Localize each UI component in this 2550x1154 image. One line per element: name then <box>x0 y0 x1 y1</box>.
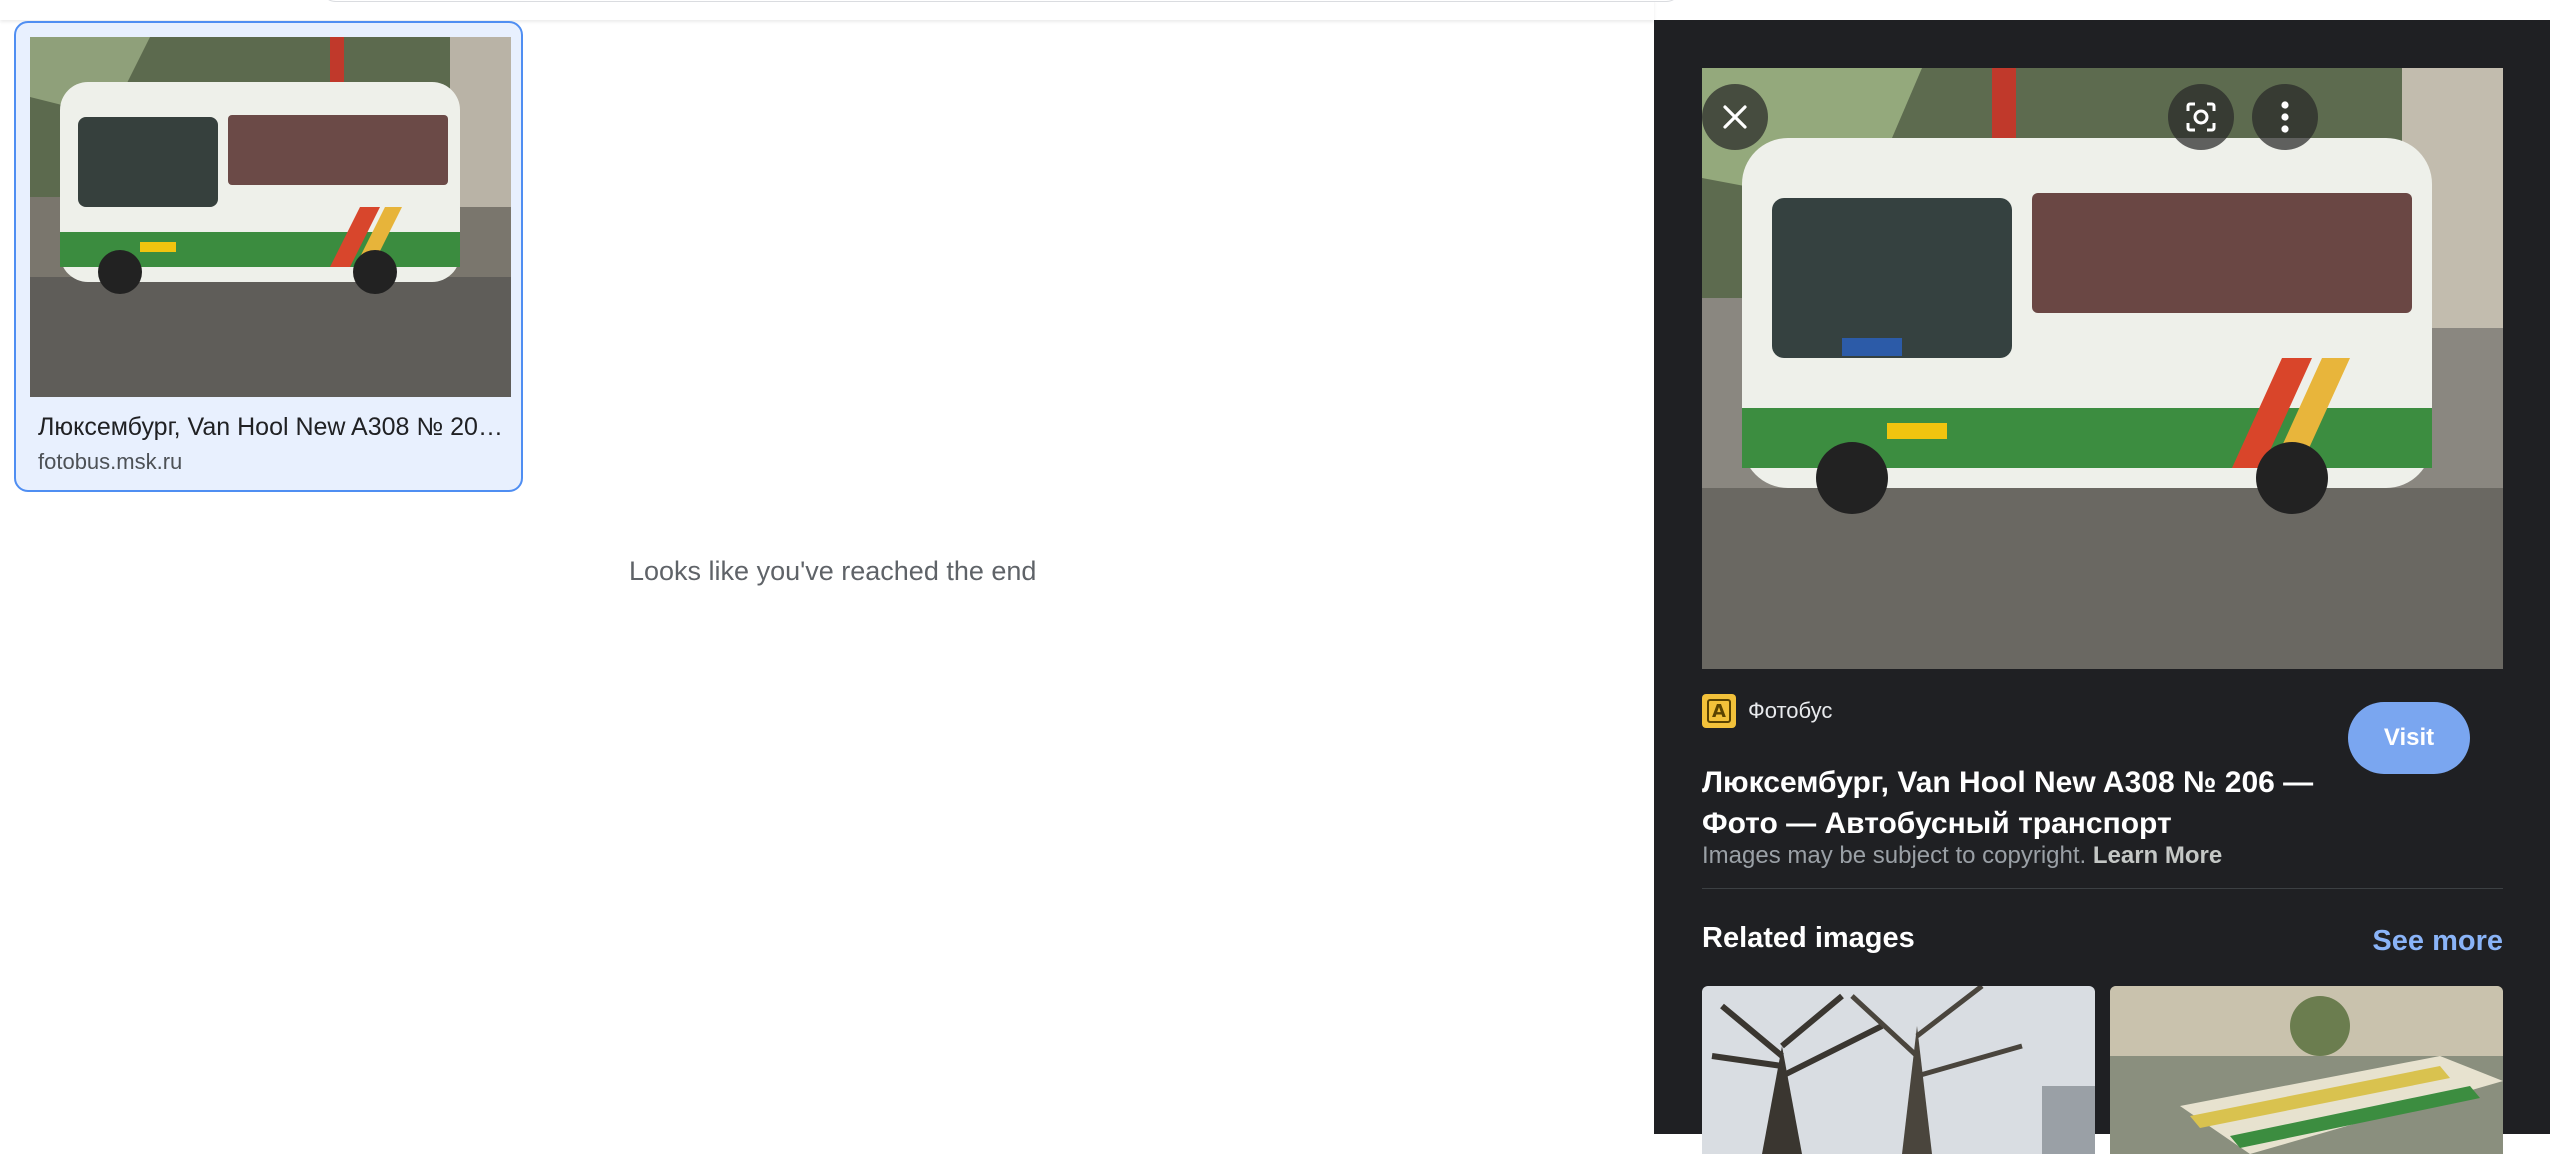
bus-image <box>30 37 511 397</box>
end-of-results-message: Looks like you've reached the end <box>629 556 1037 586</box>
related-tree-image <box>1702 986 2095 1154</box>
related-bus-image <box>2110 986 2503 1154</box>
source-name[interactable]: Фотобус <box>1748 698 1832 724</box>
bus-preview-image <box>1702 68 2503 669</box>
more-vert-icon <box>2281 101 2289 133</box>
source-row[interactable]: A Фотобус <box>1702 694 1832 728</box>
close-button[interactable] <box>1702 84 1768 150</box>
result-source: fotobus.msk.ru <box>38 449 183 474</box>
search-box-edge[interactable] <box>320 0 1682 2</box>
image-preview-panel: A Фотобус Люксембург, Van Hool New A308 … <box>1654 20 2550 1154</box>
learn-more-link[interactable]: Learn More <box>2093 842 2222 869</box>
divider <box>1702 888 2503 889</box>
result-thumbnail[interactable] <box>30 37 511 397</box>
image-title-link[interactable]: Люксембург, Van Hool New A308 № 206 — Фо… <box>1702 762 2342 844</box>
visit-button[interactable]: Visit <box>2348 702 2470 774</box>
close-icon <box>1723 105 1747 129</box>
lens-search-button[interactable] <box>2168 84 2234 150</box>
preview-image[interactable] <box>1702 68 2503 669</box>
lens-icon <box>2186 102 2216 132</box>
favicon-letter: A <box>1707 699 1731 723</box>
related-image-1[interactable] <box>1702 986 2095 1154</box>
related-images-heading: Related images <box>1702 922 1915 954</box>
site-favicon-icon: A <box>1702 694 1736 728</box>
see-more-link[interactable]: See more <box>2372 925 2503 958</box>
more-options-button[interactable] <box>2252 84 2318 150</box>
copyright-notice: Images may be subject to copyright. Lear… <box>1702 842 2222 870</box>
copyright-text: Images may be subject to copyright. <box>1702 842 2087 869</box>
top-bar <box>0 0 1682 20</box>
result-title[interactable]: Люксембург, Van Hool New A308 № 20… <box>38 413 508 442</box>
image-result-card[interactable]: Люксембург, Van Hool New A308 № 20… foto… <box>14 21 523 492</box>
related-image-2[interactable] <box>2110 986 2503 1154</box>
